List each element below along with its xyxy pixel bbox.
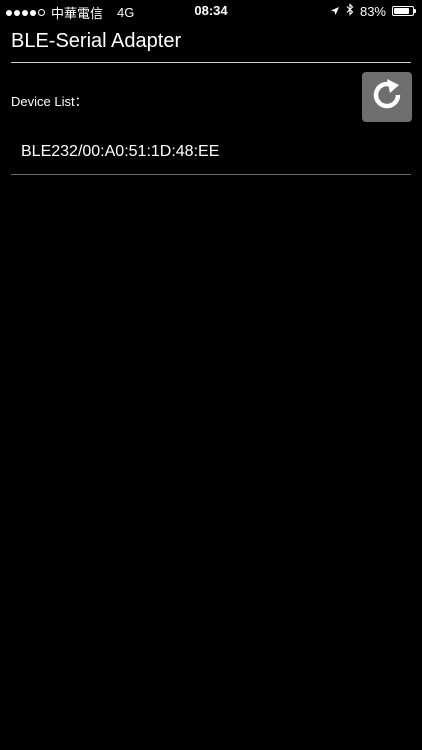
device-name: BLE232/00:A0:51:1D:48:EE — [21, 143, 220, 160]
battery-tip — [414, 9, 416, 13]
device-list: BLE232/00:A0:51:1D:48:EE — [11, 130, 411, 175]
status-bar: 中華電信 4G 08:34 83% — [0, 0, 422, 22]
battery-body — [392, 6, 414, 16]
refresh-button[interactable] — [362, 72, 412, 122]
bluetooth-icon — [346, 3, 354, 19]
battery-icon — [392, 6, 416, 16]
battery-fill — [394, 8, 409, 14]
battery-percent: 83% — [359, 3, 386, 19]
refresh-icon — [368, 76, 406, 119]
device-list-label: Device List： — [11, 94, 88, 109]
title-divider — [11, 62, 411, 63]
page-title: BLE-Serial Adapter — [11, 30, 182, 52]
app-screen: 中華電信 4G 08:34 83% BLE-Serial Adapter Dev… — [0, 0, 422, 750]
status-right: 83% — [330, 3, 416, 19]
device-row[interactable]: BLE232/00:A0:51:1D:48:EE — [11, 130, 411, 175]
location-arrow-icon — [330, 4, 340, 19]
